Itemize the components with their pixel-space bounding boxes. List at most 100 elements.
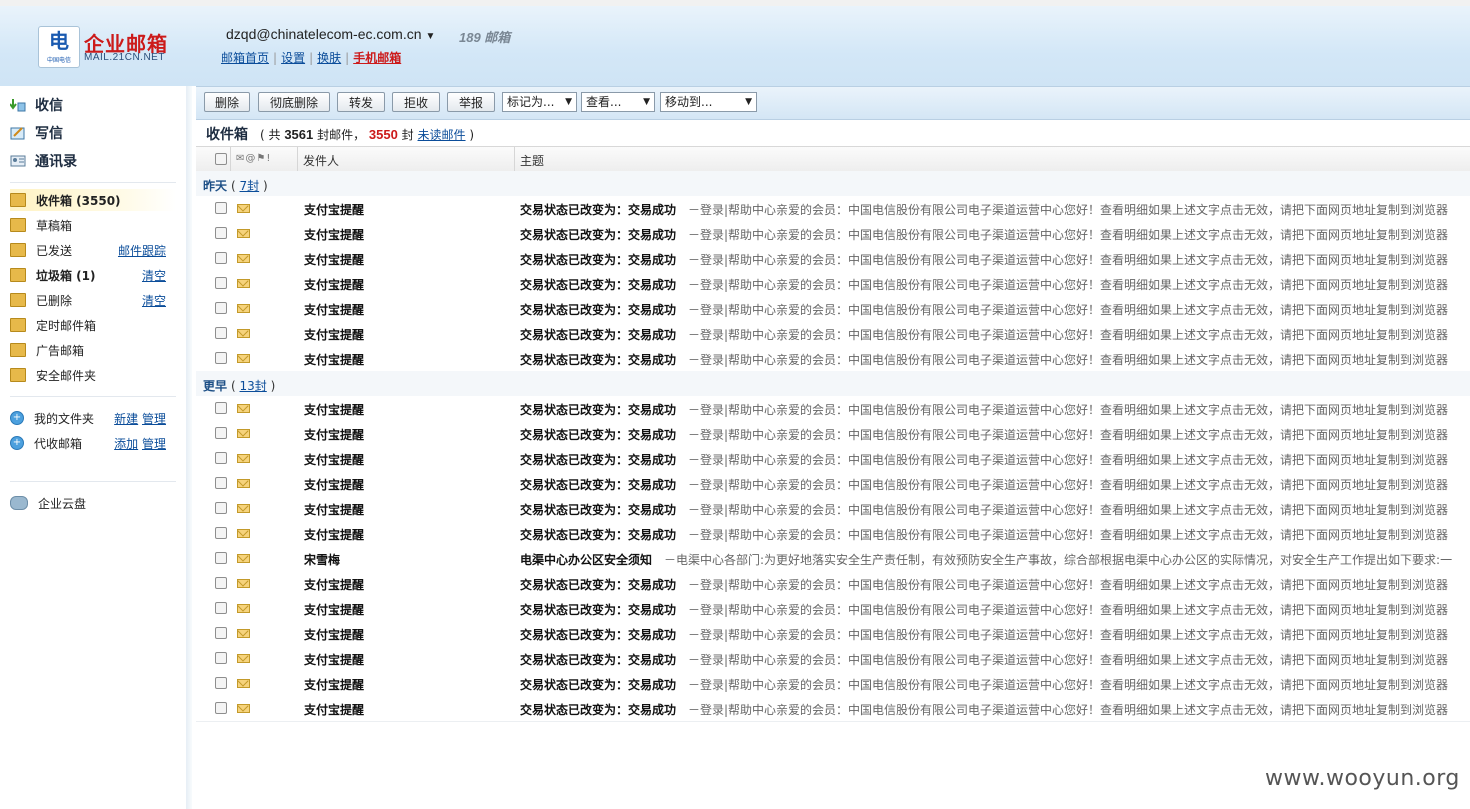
mail-row[interactable]: 宋雪梅 电渠中心办公区安全须知 －电渠中心各部门:为更好地落实安全生产责任制，有效预… [196, 546, 1470, 572]
new-folder-link[interactable]: 新建 [114, 412, 138, 426]
row-checkbox[interactable] [215, 352, 227, 364]
mail-subject[interactable]: 交易状态已改变为：交易成功 [520, 426, 676, 443]
row-checkbox[interactable] [215, 677, 227, 689]
mail-sender[interactable]: 支付宝提醒 [304, 651, 364, 668]
mail-preview[interactable]: －电渠中心各部门:为更好地落实安全生产责任制，有效预防安全生产事故，综合部根据电… [664, 551, 1452, 568]
row-checkbox[interactable] [215, 277, 227, 289]
collect-mailbox[interactable]: + 代收邮箱 添加 管理 [10, 432, 176, 454]
mail-sender[interactable]: 支付宝提醒 [304, 401, 364, 418]
mail-sender[interactable]: 支付宝提醒 [304, 501, 364, 518]
manage-folders-link[interactable]: 管理 [142, 412, 166, 426]
row-checkbox[interactable] [215, 577, 227, 589]
mail-subject[interactable]: 交易状态已改变为：交易成功 [520, 326, 676, 343]
mail-sender[interactable]: 支付宝提醒 [304, 476, 364, 493]
mail-sender[interactable]: 支付宝提醒 [304, 351, 364, 368]
mail-sender[interactable]: 支付宝提醒 [304, 251, 364, 268]
report-button[interactable]: 举报 [447, 92, 495, 112]
mail-preview[interactable]: －登录|帮助中心亲爱的会员：中国电信股份有限公司电子渠道运营中心您好！查看明细如… [688, 476, 1448, 493]
sidebar-compose[interactable]: 写信 [10, 122, 63, 144]
mail-row[interactable]: 支付宝提醒 交易状态已改变为：交易成功 －登录|帮助中心亲爱的会员：中国电信股份有限… [196, 671, 1470, 697]
mail-subject[interactable]: 交易状态已改变为：交易成功 [520, 601, 676, 618]
row-checkbox[interactable] [215, 477, 227, 489]
mail-sender[interactable]: 支付宝提醒 [304, 626, 364, 643]
row-checkbox[interactable] [215, 452, 227, 464]
mail-row[interactable]: 支付宝提醒 交易状态已改变为：交易成功 －登录|帮助中心亲爱的会员：中国电信股份有限… [196, 421, 1470, 447]
change-skin-link[interactable]: 换肤 [317, 51, 341, 65]
mailbox-home-link[interactable]: 邮箱首页 [221, 51, 269, 65]
forward-button[interactable]: 转发 [337, 92, 385, 112]
mail-tracking-link[interactable]: 邮件跟踪 [118, 242, 166, 259]
mail-subject[interactable]: 交易状态已改变为：交易成功 [520, 501, 676, 518]
delete-permanently-button[interactable]: 彻底删除 [258, 92, 330, 112]
group-count-link[interactable]: 13封 [240, 379, 267, 393]
delete-button[interactable]: 删除 [204, 92, 250, 112]
mail-preview[interactable]: －登录|帮助中心亲爱的会员：中国电信股份有限公司电子渠道运营中心您好！查看明细如… [688, 351, 1448, 368]
row-checkbox[interactable] [215, 602, 227, 614]
folder-deleted[interactable]: 已删除 清空 [10, 289, 176, 311]
sidebar-receive[interactable]: 收信 [9, 94, 63, 116]
mail-row[interactable]: 支付宝提醒 交易状态已改变为：交易成功 －登录|帮助中心亲爱的会员：中国电信股份有限… [196, 696, 1470, 722]
mail-subject[interactable]: 交易状态已改变为：交易成功 [520, 451, 676, 468]
manage-mailbox-link[interactable]: 管理 [142, 437, 166, 451]
row-checkbox[interactable] [215, 427, 227, 439]
mail-row[interactable]: 支付宝提醒 交易状态已改变为：交易成功 －登录|帮助中心亲爱的会员：中国电信股份有限… [196, 346, 1470, 372]
mail-subject[interactable]: 电渠中心办公区安全须知 [520, 551, 652, 568]
mail-row[interactable]: 支付宝提醒 交易状态已改变为：交易成功 －登录|帮助中心亲爱的会员：中国电信股份有限… [196, 321, 1470, 347]
mail-preview[interactable]: －登录|帮助中心亲爱的会员：中国电信股份有限公司电子渠道运营中心您好！查看明细如… [688, 601, 1448, 618]
mail-row[interactable]: 支付宝提醒 交易状态已改变为：交易成功 －登录|帮助中心亲爱的会员：中国电信股份有限… [196, 221, 1470, 247]
mail-sender[interactable]: 支付宝提醒 [304, 576, 364, 593]
row-checkbox[interactable] [215, 252, 227, 264]
mail-sender[interactable]: 宋雪梅 [304, 551, 340, 568]
mobile-mailbox-link[interactable]: 手机邮箱 [353, 51, 401, 65]
mail-preview[interactable]: －登录|帮助中心亲爱的会员：中国电信股份有限公司电子渠道运营中心您好！查看明细如… [688, 651, 1448, 668]
189-mail-badge[interactable]: 189 邮箱 [459, 27, 510, 46]
mail-preview[interactable]: －登录|帮助中心亲爱的会员：中国电信股份有限公司电子渠道运营中心您好！查看明细如… [688, 451, 1448, 468]
group-count-link[interactable]: 7封 [240, 179, 260, 193]
mail-row[interactable]: 支付宝提醒 交易状态已改变为：交易成功 －登录|帮助中心亲爱的会员：中国电信股份有限… [196, 246, 1470, 272]
mail-row[interactable]: 支付宝提醒 交易状态已改变为：交易成功 －登录|帮助中心亲爱的会员：中国电信股份有限… [196, 196, 1470, 222]
mail-subject[interactable]: 交易状态已改变为：交易成功 [520, 301, 676, 318]
mail-subject[interactable]: 交易状态已改变为：交易成功 [520, 226, 676, 243]
mail-row[interactable]: 支付宝提醒 交易状态已改变为：交易成功 －登录|帮助中心亲爱的会员：中国电信股份有限… [196, 396, 1470, 422]
mail-sender[interactable]: 支付宝提醒 [304, 326, 364, 343]
mail-preview[interactable]: －登录|帮助中心亲爱的会员：中国电信股份有限公司电子渠道运营中心您好！查看明细如… [688, 701, 1448, 718]
add-mailbox-link[interactable]: 添加 [114, 437, 138, 451]
folder-drafts[interactable]: 草稿箱 [10, 214, 176, 236]
mail-preview[interactable]: －登录|帮助中心亲爱的会员：中国电信股份有限公司电子渠道运营中心您好！查看明细如… [688, 676, 1448, 693]
row-checkbox[interactable] [215, 552, 227, 564]
sender-column-header[interactable]: 发件人 [303, 152, 339, 169]
status-columns-icon[interactable]: ✉@⚑! [236, 153, 271, 164]
mail-subject[interactable]: 交易状态已改变为：交易成功 [520, 526, 676, 543]
folder-inbox[interactable]: 收件箱 (3550) [10, 189, 176, 211]
mail-subject[interactable]: 交易状态已改变为：交易成功 [520, 651, 676, 668]
mail-sender[interactable]: 支付宝提醒 [304, 526, 364, 543]
sidebar-contacts[interactable]: 通讯录 [10, 150, 77, 172]
mail-preview[interactable]: －登录|帮助中心亲爱的会员：中国电信股份有限公司电子渠道运营中心您好！查看明细如… [688, 401, 1448, 418]
mail-preview[interactable]: －登录|帮助中心亲爱的会员：中国电信股份有限公司电子渠道运营中心您好！查看明细如… [688, 526, 1448, 543]
folder-scheduled[interactable]: 定时邮件箱 [10, 314, 176, 336]
settings-link[interactable]: 设置 [281, 51, 305, 65]
mail-subject[interactable]: 交易状态已改变为：交易成功 [520, 251, 676, 268]
subject-column-header[interactable]: 主题 [520, 152, 544, 169]
mail-subject[interactable]: 交易状态已改变为：交易成功 [520, 576, 676, 593]
empty-deleted-link[interactable]: 清空 [142, 292, 166, 309]
mail-row[interactable]: 支付宝提醒 交易状态已改变为：交易成功 －登录|帮助中心亲爱的会员：中国电信股份有限… [196, 471, 1470, 497]
mail-subject[interactable]: 交易状态已改变为：交易成功 [520, 476, 676, 493]
row-checkbox[interactable] [215, 402, 227, 414]
mail-preview[interactable]: －登录|帮助中心亲爱的会员：中国电信股份有限公司电子渠道运营中心您好！查看明细如… [688, 501, 1448, 518]
mail-sender[interactable]: 支付宝提醒 [304, 451, 364, 468]
mail-sender[interactable]: 支付宝提醒 [304, 601, 364, 618]
mail-preview[interactable]: －登录|帮助中心亲爱的会员：中国电信股份有限公司电子渠道运营中心您好！查看明细如… [688, 201, 1448, 218]
mail-row[interactable]: 支付宝提醒 交易状态已改变为：交易成功 －登录|帮助中心亲爱的会员：中国电信股份有限… [196, 571, 1470, 597]
select-all-checkbox[interactable] [215, 153, 227, 165]
mail-row[interactable]: 支付宝提醒 交易状态已改变为：交易成功 －登录|帮助中心亲爱的会员：中国电信股份有限… [196, 496, 1470, 522]
row-checkbox[interactable] [215, 227, 227, 239]
mail-sender[interactable]: 支付宝提醒 [304, 301, 364, 318]
mail-subject[interactable]: 交易状态已改变为：交易成功 [520, 201, 676, 218]
folder-ads[interactable]: 广告邮箱 [10, 339, 176, 361]
mail-preview[interactable]: －登录|帮助中心亲爱的会员：中国电信股份有限公司电子渠道运营中心您好！查看明细如… [688, 276, 1448, 293]
my-folders[interactable]: + 我的文件夹 新建 管理 [10, 407, 176, 429]
folder-junk[interactable]: 垃圾箱 (1) 清空 [10, 264, 176, 286]
mark-as-select[interactable]: 标记为... ▼ [502, 92, 577, 112]
mail-row[interactable]: 支付宝提醒 交易状态已改变为：交易成功 －登录|帮助中心亲爱的会员：中国电信股份有限… [196, 296, 1470, 322]
